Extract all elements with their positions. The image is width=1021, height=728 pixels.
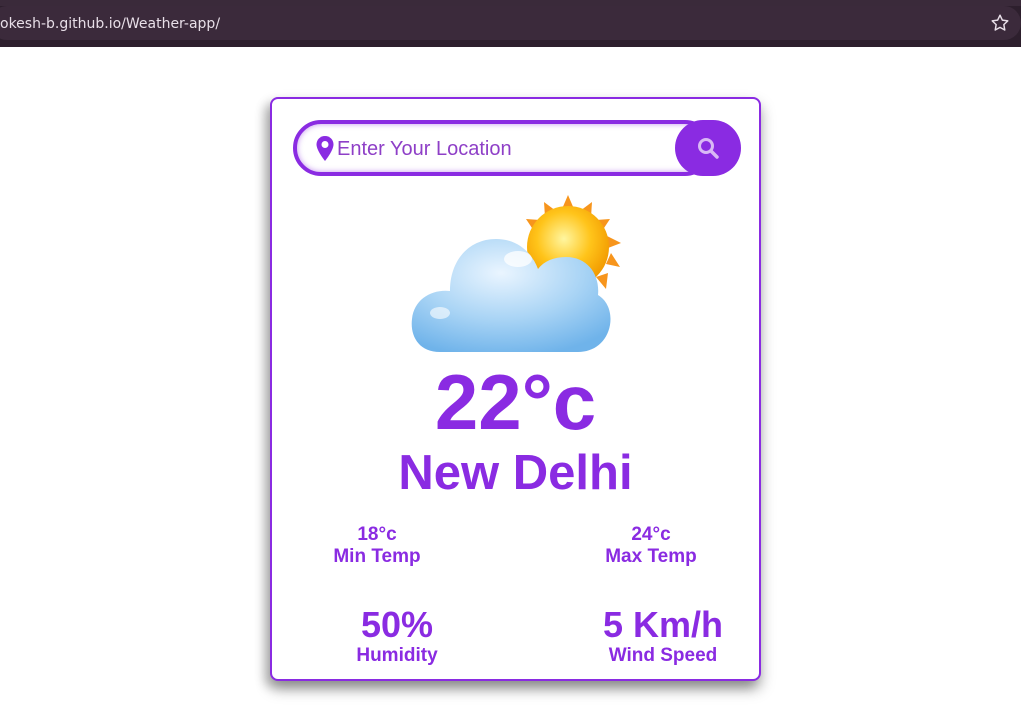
- wind-speed-label: Wind Speed: [608, 645, 718, 666]
- search-bar: [293, 120, 741, 176]
- bookmark-star-icon[interactable]: [989, 12, 1011, 34]
- search-button[interactable]: [675, 120, 741, 176]
- max-temp-value: 24°c: [631, 524, 671, 545]
- min-temp-value: 18°c: [357, 524, 397, 545]
- partly-cloudy-icon: [411, 195, 621, 352]
- wind-speed-stat: 5 Km/h Wind Speed: [598, 605, 728, 667]
- max-temp-stat: 24°c Max Temp: [596, 524, 706, 568]
- search-icon: [698, 138, 719, 159]
- humidity-stat: 50% Humidity: [347, 605, 447, 667]
- city-name: New Delhi: [398, 446, 633, 500]
- search-field[interactable]: [293, 120, 713, 176]
- min-temp-stat: 18°c Min Temp: [322, 524, 432, 568]
- humidity-label: Humidity: [356, 645, 438, 666]
- address-bar-url[interactable]: okesh-b.github.io/Weather-app/: [0, 14, 220, 34]
- wind-speed-value: 5 Km/h: [602, 604, 724, 645]
- weather-card: 22°c New Delhi 18°c Min Temp 24°c Max Te…: [270, 97, 761, 681]
- humidity-value: 50%: [360, 604, 434, 645]
- max-temp-label: Max Temp: [605, 546, 697, 567]
- browser-toolbar: okesh-b.github.io/Weather-app/: [0, 0, 1021, 47]
- search-input[interactable]: [337, 132, 677, 166]
- current-temperature: 22°c: [434, 358, 597, 446]
- min-temp-label: Min Temp: [333, 546, 421, 567]
- location-pin-icon: [316, 136, 334, 161]
